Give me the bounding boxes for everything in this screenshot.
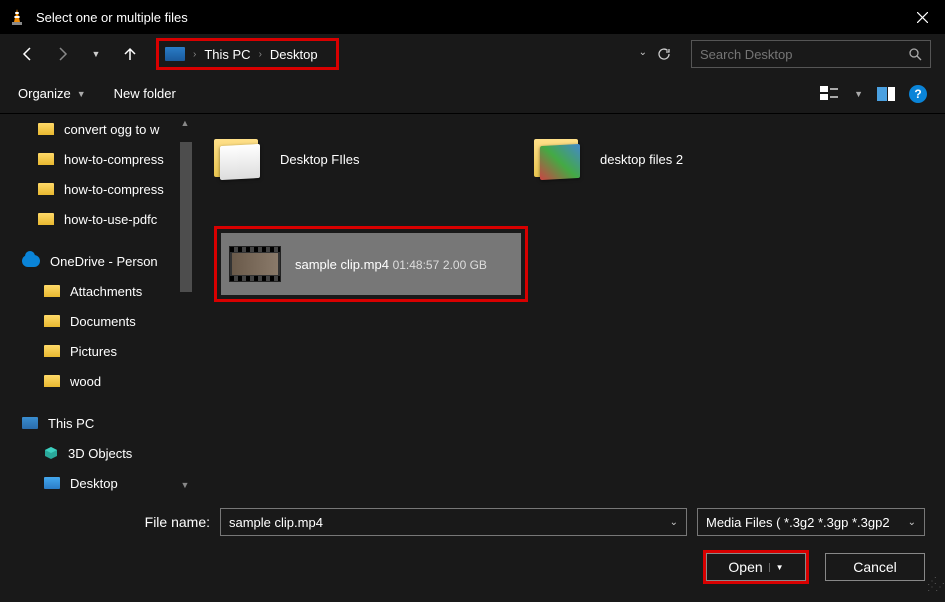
view-options-icon[interactable] xyxy=(820,86,840,102)
folder-icon xyxy=(38,153,54,165)
file-duration: 01:48:57 xyxy=(393,258,440,272)
filename-field[interactable]: ⌄ xyxy=(220,508,687,536)
folder-icon xyxy=(44,285,60,297)
sidebar-thispc[interactable]: This PC xyxy=(0,408,194,438)
folder-icon xyxy=(38,213,54,225)
sidebar-item-attachments[interactable]: Attachments xyxy=(0,276,194,306)
folder-icon xyxy=(44,315,60,327)
breadcrumb-thispc[interactable]: This PC xyxy=(200,47,254,62)
scroll-up-icon[interactable]: ▲ xyxy=(180,118,190,128)
cancel-button[interactable]: Cancel xyxy=(825,553,925,581)
folder-thumbnail-icon xyxy=(214,135,266,183)
pc-icon xyxy=(22,417,38,429)
dropdown-icon: ▼ xyxy=(77,89,86,99)
open-button[interactable]: Open ▼ xyxy=(706,553,806,581)
nav-back-button[interactable] xyxy=(14,40,42,68)
resize-grip[interactable]: ⋰⋰⋰ xyxy=(927,579,943,591)
open-highlight: Open ▼ xyxy=(703,550,809,584)
folder-tile[interactable]: Desktop FIles xyxy=(214,132,514,186)
file-name: sample clip.mp4 xyxy=(295,257,389,272)
main-area: convert ogg to w how-to-compress how-to-… xyxy=(0,114,945,494)
folder-icon xyxy=(38,183,54,195)
newfolder-button[interactable]: New folder xyxy=(114,86,176,101)
sidebar-onedrive[interactable]: OneDrive - Person xyxy=(0,246,194,276)
sidebar-item-documents[interactable]: Documents xyxy=(0,306,194,336)
address-dropdown-icon[interactable]: ⌄ xyxy=(639,47,647,61)
preview-pane-icon[interactable] xyxy=(877,87,895,101)
app-icon xyxy=(8,8,26,26)
search-box[interactable] xyxy=(691,40,931,68)
organize-button[interactable]: Organize ▼ xyxy=(18,86,86,101)
onedrive-icon xyxy=(22,255,40,267)
folder-icon xyxy=(44,375,60,387)
sidebar-item-folder[interactable]: how-to-compress xyxy=(0,174,194,204)
sidebar: convert ogg to w how-to-compress how-to-… xyxy=(0,114,194,494)
sidebar-item-folder[interactable]: how-to-compress xyxy=(0,144,194,174)
content-pane[interactable]: Desktop FIles desktop files 2 sample cli… xyxy=(194,114,945,494)
selected-file-highlight: sample clip.mp4 01:48:57 2.00 GB xyxy=(214,226,528,302)
folder-thumbnail-icon xyxy=(534,135,586,183)
sidebar-item-folder[interactable]: how-to-use-pdfc xyxy=(0,204,194,234)
view-dropdown-icon[interactable]: ▼ xyxy=(854,89,863,99)
sidebar-scrollbar[interactable]: ▲ ▼ xyxy=(178,114,194,494)
sidebar-item-wood[interactable]: wood xyxy=(0,366,194,396)
scroll-down-icon[interactable]: ▼ xyxy=(180,480,190,490)
scroll-thumb[interactable] xyxy=(180,142,192,292)
open-split-dropdown[interactable]: ▼ xyxy=(769,563,784,572)
sidebar-item-desktop[interactable]: Desktop xyxy=(0,468,194,494)
folder-tile[interactable]: desktop files 2 xyxy=(534,132,834,186)
nav-up-button[interactable] xyxy=(116,40,144,68)
video-thumbnail-icon xyxy=(229,246,281,282)
file-size: 2.00 GB xyxy=(443,258,487,272)
cube-icon xyxy=(44,446,58,460)
search-input[interactable] xyxy=(700,47,908,62)
filename-input[interactable] xyxy=(229,515,670,530)
file-tile-selected[interactable]: sample clip.mp4 01:48:57 2.00 GB xyxy=(221,233,521,295)
navbar: ▼ › This PC › Desktop ⌄ xyxy=(0,34,945,74)
close-button[interactable] xyxy=(899,0,945,34)
filename-label: File name: xyxy=(20,514,210,530)
breadcrumb-desktop[interactable]: Desktop xyxy=(266,47,322,62)
breadcrumb[interactable]: › This PC › Desktop xyxy=(156,38,339,70)
folder-name: desktop files 2 xyxy=(600,152,683,167)
pc-icon xyxy=(165,47,185,61)
chevron-right-icon: › xyxy=(193,49,196,60)
search-icon[interactable] xyxy=(908,47,922,61)
folder-icon xyxy=(44,345,60,357)
folder-icon xyxy=(38,123,54,135)
folder-name: Desktop FIles xyxy=(280,152,359,167)
sidebar-item-3dobjects[interactable]: 3D Objects xyxy=(0,438,194,468)
titlebar: Select one or multiple files xyxy=(0,0,945,34)
help-button[interactable]: ? xyxy=(909,85,927,103)
chevron-right-icon: › xyxy=(259,49,262,60)
toolbar: Organize ▼ New folder ▼ ? xyxy=(0,74,945,114)
sidebar-item-folder[interactable]: convert ogg to w xyxy=(0,114,194,144)
filetype-dropdown[interactable]: Media Files ( *.3g2 *.3gp *.3gp2 ⌄ xyxy=(697,508,925,536)
dropdown-icon[interactable]: ⌄ xyxy=(670,517,678,528)
nav-recent-dropdown[interactable]: ▼ xyxy=(82,40,110,68)
desktop-icon xyxy=(44,477,60,489)
sidebar-item-pictures[interactable]: Pictures xyxy=(0,336,194,366)
refresh-icon[interactable] xyxy=(657,47,671,61)
dropdown-icon: ⌄ xyxy=(908,517,916,528)
nav-forward-button[interactable] xyxy=(48,40,76,68)
window-title: Select one or multiple files xyxy=(36,10,899,25)
footer: File name: ⌄ Media Files ( *.3g2 *.3gp *… xyxy=(0,494,945,602)
